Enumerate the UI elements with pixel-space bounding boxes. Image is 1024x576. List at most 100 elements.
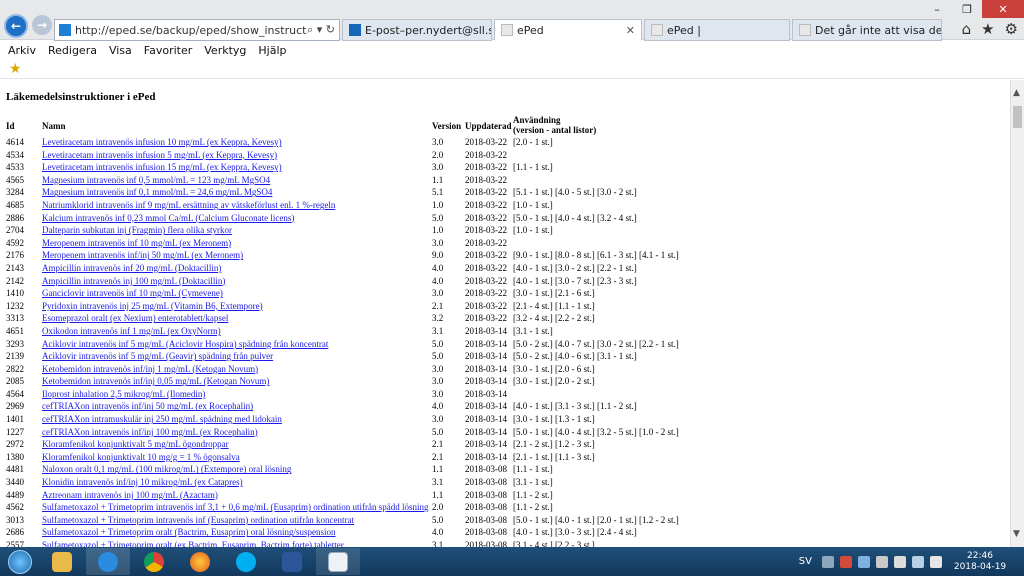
minimize-button[interactable]: – bbox=[922, 0, 952, 18]
row-usage: [4.0 - 1 st.] [3.1 - 3 st.] [1.1 - 2 st.… bbox=[513, 401, 637, 412]
tab-email[interactable]: E-post–per.nydert@sll.se bbox=[342, 19, 492, 41]
instruction-link[interactable]: Sulfametoxazol + Trimetoprim oralt (Bact… bbox=[42, 526, 336, 539]
taskbar-file-explorer[interactable] bbox=[40, 548, 84, 575]
instruction-link[interactable]: Naloxon oralt 0,1 mg/mL (100 mikrog/mL) … bbox=[42, 463, 291, 476]
instruction-link[interactable]: Kloramfenikol konjunktivalt 5 mg/mL ögon… bbox=[42, 438, 229, 451]
instruction-link[interactable]: Levetiracetam intravenös infusion 5 mg/m… bbox=[42, 149, 277, 162]
forward-button[interactable]: → bbox=[32, 15, 52, 35]
address-bar[interactable]: http://eped.se/backup/eped/show_instruct… bbox=[54, 19, 340, 41]
taskbar-clock[interactable]: 22:46 2018-04-19 bbox=[948, 551, 1012, 573]
row-updated: 2018-03-14 bbox=[465, 401, 507, 412]
row-updated: 2018-03-14 bbox=[465, 363, 507, 374]
clock-date: 2018-04-19 bbox=[953, 561, 1007, 572]
row-updated: 2018-03-08 bbox=[465, 514, 507, 525]
signal-icon[interactable] bbox=[894, 555, 906, 568]
instruction-link[interactable]: Ampicillin intravenös inj 100 mg/mL (Dok… bbox=[42, 275, 225, 288]
taskbar-chrome[interactable] bbox=[132, 548, 176, 575]
row-version: 3.0 bbox=[432, 363, 444, 374]
menu-arkiv[interactable]: Arkiv bbox=[8, 44, 36, 57]
tray-app-icon[interactable] bbox=[858, 555, 870, 568]
instruction-link[interactable]: Meropenem intravenös inf 10 mg/mL (ex Me… bbox=[42, 237, 231, 250]
table-row: 3313 Esomeprazol oralt (ex Nexium) entero… bbox=[6, 312, 1006, 325]
menu-bar: Arkiv Redigera Visa Favoriter Verktyg Hj… bbox=[0, 41, 1024, 59]
tab-close-icon[interactable]: ✕ bbox=[622, 24, 635, 37]
menu-favoriter[interactable]: Favoriter bbox=[144, 44, 192, 57]
language-indicator[interactable]: SV bbox=[799, 556, 812, 567]
tray-app-icon[interactable] bbox=[840, 555, 852, 568]
tab-eped-active[interactable]: ePed ✕ bbox=[494, 19, 642, 41]
settings-gear-icon[interactable]: ⚙ bbox=[1005, 20, 1018, 38]
instruction-link[interactable]: Ketobemidon intravenös inf/inj 0,05 mg/m… bbox=[42, 375, 269, 388]
instruction-link[interactable]: cefTRIAXon intravenös inf/inj 50 mg/mL (… bbox=[42, 400, 253, 413]
menu-hjalp[interactable]: Hjälp bbox=[258, 44, 286, 57]
favorites-star-icon[interactable]: ★ bbox=[981, 20, 994, 38]
instruction-link[interactable]: Aciklovir intravenös inf 5 mg/mL (Geavir… bbox=[42, 350, 273, 363]
instruction-link[interactable]: Aciklovir intravenös inf 5 mg/mL (Aciclo… bbox=[42, 338, 328, 351]
instruction-link[interactable]: Kalcium intravenös inf 0,23 mmol Ca/mL (… bbox=[42, 212, 294, 225]
instruction-link[interactable]: Esomeprazol oralt (ex Nexium) enterotabl… bbox=[42, 312, 228, 325]
table-row: 3440 Klonidin intravenös inf/inj 10 mikro… bbox=[6, 476, 1006, 489]
instruction-link[interactable]: Aztreonam intravenös inj 100 mg/mL (Azac… bbox=[42, 489, 218, 502]
taskbar-firefox[interactable] bbox=[178, 548, 222, 575]
menu-visa[interactable]: Visa bbox=[109, 44, 132, 57]
tray-app-icon[interactable] bbox=[822, 555, 834, 568]
address-tools[interactable]: ⌕ ▾ ↻ bbox=[307, 23, 335, 37]
instruction-link[interactable]: Ketobemidon intravenös inf/inj 1 mg/mL (… bbox=[42, 363, 258, 376]
instruction-link[interactable]: cefTRIAXon intravenös inf/inj 100 mg/mL … bbox=[42, 426, 258, 439]
instruction-link[interactable]: Dalteparin subkutan inj (Fragmin) flera … bbox=[42, 224, 232, 237]
maximize-button[interactable]: ❐ bbox=[952, 0, 982, 18]
table-row: 2085 Ketobemidon intravenös inf/inj 0,05 … bbox=[6, 375, 1006, 388]
menu-verktyg[interactable]: Verktyg bbox=[204, 44, 246, 57]
instruction-link[interactable]: Ganciclovir intravenös inf 10 mg/mL (Cym… bbox=[42, 287, 223, 300]
instruction-link[interactable]: Levetiracetam intravenös infusion 15 mg/… bbox=[42, 161, 282, 174]
table-row: 2886 Kalcium intravenös inf 0,23 mmol Ca/… bbox=[6, 212, 1006, 225]
address-url[interactable]: http://eped.se/backup/eped/show_instruct… bbox=[75, 24, 307, 37]
close-window-button[interactable]: ✕ bbox=[982, 0, 1024, 18]
table-row: 2969 cefTRIAXon intravenös inf/inj 50 mg/… bbox=[6, 400, 1006, 413]
network-icon[interactable] bbox=[912, 555, 924, 568]
taskbar-skype[interactable] bbox=[224, 548, 268, 575]
instruction-link[interactable]: cefTRIAXon intramuskulär inj 250 mg/mL s… bbox=[42, 413, 282, 426]
row-version: 2.1 bbox=[432, 439, 444, 450]
row-usage: [5.0 - 1 st.] [4.0 - 1 st.] [2.0 - 1 st.… bbox=[513, 514, 679, 525]
row-version: 3.0 bbox=[432, 237, 444, 248]
tab-eped-2[interactable]: ePed | bbox=[644, 19, 790, 41]
vertical-scrollbar[interactable]: ▲ ▼ bbox=[1010, 80, 1024, 547]
taskbar-nav[interactable] bbox=[316, 548, 360, 575]
instruction-link[interactable]: Iloprost inhalation 2,5 mikrog/mL (Ilome… bbox=[42, 388, 205, 401]
menu-redigera[interactable]: Redigera bbox=[48, 44, 97, 57]
instruction-link[interactable]: Magnesium intravenös inf 0,5 mmol/mL = 1… bbox=[42, 174, 270, 187]
taskbar-internet-explorer[interactable] bbox=[86, 548, 130, 575]
start-button[interactable] bbox=[0, 547, 40, 576]
add-favorite-icon[interactable]: ★ bbox=[9, 61, 22, 77]
instruction-link[interactable]: Oxikodon intravenös inf 1 mg/mL (ex OxyN… bbox=[42, 325, 221, 338]
instruction-link[interactable]: Levetiracetam intravenös infusion 10 mg/… bbox=[42, 136, 282, 149]
firefox-icon bbox=[190, 551, 210, 572]
scroll-thumb[interactable] bbox=[1013, 106, 1022, 128]
table-row: 4534 Levetiracetam intravenös infusion 5 … bbox=[6, 149, 1006, 162]
instruction-link[interactable]: Ampicillin intravenös inf 20 mg/mL (Dokt… bbox=[42, 262, 221, 275]
instruction-link[interactable]: Meropenem intravenös inf/inj 50 mg/mL (e… bbox=[42, 249, 243, 262]
table-row: 2142 Ampicillin intravenös inj 100 mg/mL … bbox=[6, 275, 1006, 288]
instruction-link[interactable]: Natriumklorid intravenös inf 9 mg/mL ers… bbox=[42, 199, 335, 212]
row-usage: [2.1 - 2 st.] [1.2 - 3 st.] bbox=[513, 439, 595, 450]
row-id: 2557 bbox=[6, 540, 24, 547]
volume-icon[interactable] bbox=[930, 555, 942, 568]
instruction-link[interactable]: Kloramfenikol konjunktivalt 10 mg/g = 1 … bbox=[42, 451, 240, 464]
scroll-up-icon[interactable]: ▲ bbox=[1013, 88, 1020, 98]
row-id: 4614 bbox=[6, 137, 24, 147]
row-id: 1380 bbox=[6, 451, 24, 462]
tab-error-page[interactable]: Det går inte att visa den här sid... bbox=[792, 19, 942, 41]
instruction-link[interactable]: Magnesium intravenös inf 0,1 mmol/mL = 2… bbox=[42, 186, 272, 199]
instruction-link[interactable]: Pyridoxin intravenös inj 25 mg/mL (Vitam… bbox=[42, 300, 263, 313]
instruction-link[interactable]: Sulfametoxazol + Trimetoprim oralt (ex B… bbox=[42, 539, 344, 547]
back-button[interactable]: ← bbox=[4, 14, 28, 38]
taskbar-word[interactable] bbox=[270, 548, 314, 575]
instruction-link[interactable]: Sulfametoxazol + Trimetoprim intravenös … bbox=[42, 514, 354, 527]
scroll-down-icon[interactable]: ▼ bbox=[1013, 529, 1020, 539]
home-icon[interactable]: ⌂ bbox=[962, 20, 972, 38]
tray-app-icon[interactable] bbox=[876, 555, 888, 568]
instruction-link[interactable]: Sulfametoxazol + Trimetoprim intravenös … bbox=[42, 501, 429, 514]
instruction-link[interactable]: Klonidin intravenös inf/inj 10 mikrog/mL… bbox=[42, 476, 243, 489]
folder-icon bbox=[52, 551, 72, 572]
